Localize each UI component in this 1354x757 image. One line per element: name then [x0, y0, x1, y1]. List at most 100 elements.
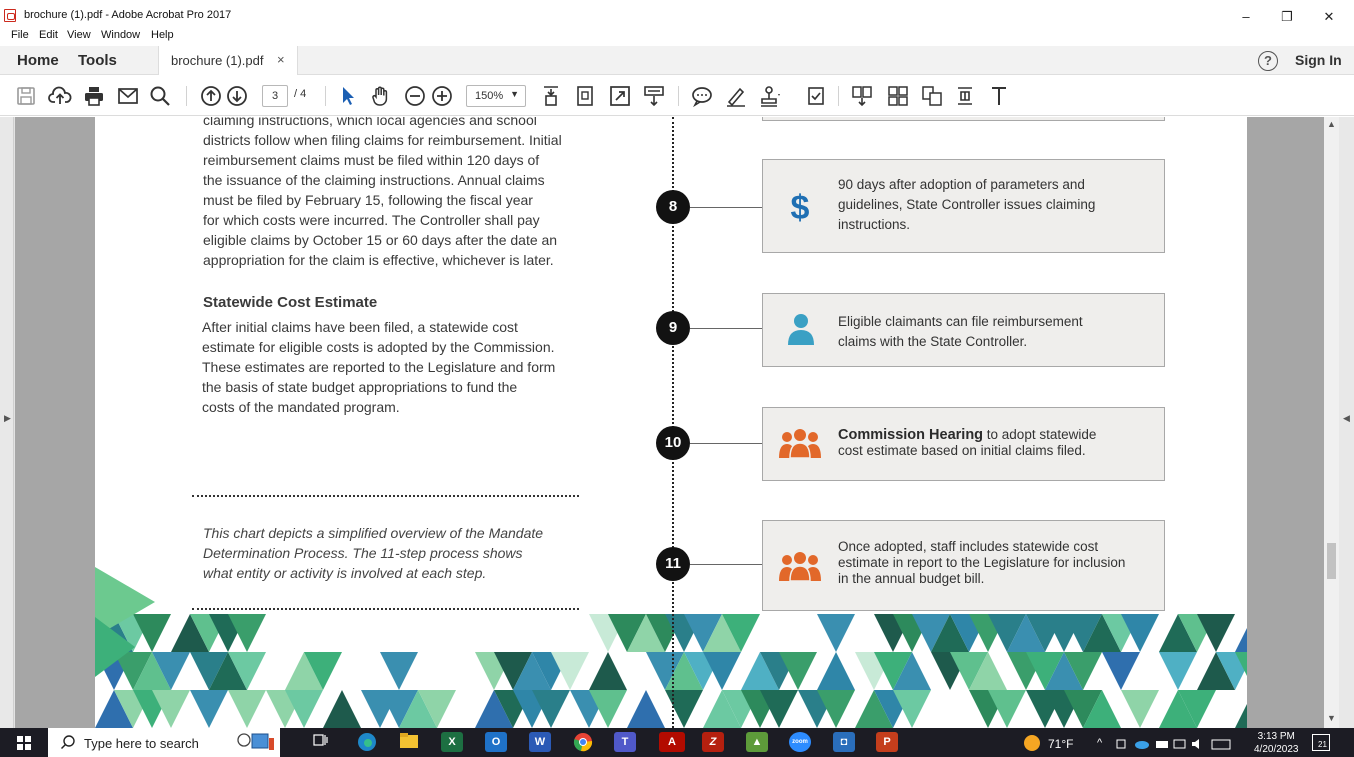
tab-document[interactable]: brochure (1).pdf ×: [158, 46, 298, 75]
menu-edit[interactable]: Edit: [39, 29, 58, 41]
comment-icon[interactable]: [690, 84, 714, 108]
zoom-in-icon[interactable]: [430, 84, 454, 108]
tab-tools[interactable]: Tools: [78, 52, 117, 69]
sign-icon[interactable]: [758, 84, 782, 108]
menu-view[interactable]: View: [67, 29, 91, 41]
fit-width-icon[interactable]: [573, 84, 597, 108]
text-line: cost estimate based on initial claims fi…: [838, 443, 1086, 458]
svg-text:$: $: [791, 189, 810, 226]
fit-page-icon[interactable]: [539, 84, 563, 108]
search-icon[interactable]: [148, 84, 172, 108]
group-icon: [777, 428, 823, 465]
menu-window[interactable]: Window: [101, 29, 140, 41]
word-icon[interactable]: W: [529, 732, 551, 752]
filezilla-icon[interactable]: Z: [702, 732, 724, 752]
restore-button[interactable]: ❐: [1267, 6, 1307, 28]
scroll-mode-icon[interactable]: [642, 84, 666, 108]
system-clock[interactable]: 3:13 PM 4/20/2023: [1254, 730, 1299, 756]
powerpoint-icon[interactable]: P: [876, 732, 898, 752]
clock-time: 3:13 PM: [1257, 731, 1295, 742]
outlook-icon[interactable]: O: [485, 732, 507, 752]
weather-temperature[interactable]: 71°F: [1048, 737, 1073, 751]
page-number-input[interactable]: 3: [262, 85, 288, 107]
person-icon: [785, 312, 817, 351]
fullscreen-icon[interactable]: [608, 84, 632, 108]
menu-help[interactable]: Help: [151, 29, 174, 41]
estimate-paragraph: After initial claims have been filed, a …: [202, 317, 555, 417]
step-box: Eligible claimants can file reimbursemen…: [762, 293, 1165, 367]
highlight-icon[interactable]: [724, 84, 748, 108]
save-icon[interactable]: [14, 84, 38, 108]
tray-overflow-icon[interactable]: ^: [1097, 737, 1102, 749]
acrobat-tab-row: Home Tools brochure (1).pdf ×: [0, 46, 1354, 75]
search-icon: [60, 734, 76, 755]
step-box: Commission Hearing to adopt statewide co…: [762, 407, 1165, 481]
file-explorer-icon[interactable]: [398, 732, 420, 752]
zoom-app-icon[interactable]: zoom: [789, 732, 811, 752]
help-icon[interactable]: ?: [1258, 51, 1278, 71]
upload-icon[interactable]: [48, 84, 72, 108]
system-tray-icons[interactable]: [1116, 737, 1246, 755]
fill-sign-icon[interactable]: [804, 84, 828, 108]
text-line: Once adopted, staff includes statewide c…: [838, 539, 1099, 554]
security-app-icon[interactable]: ◘: [833, 732, 855, 752]
close-window-button[interactable]: ✕: [1309, 6, 1349, 28]
document-viewport[interactable]: ▶ claiming instructions, which local age…: [0, 117, 1354, 728]
task-view-icon[interactable]: [310, 732, 332, 752]
hand-icon[interactable]: [369, 84, 393, 108]
scrollbar-thumb[interactable]: [1327, 543, 1336, 579]
email-icon[interactable]: [116, 84, 140, 108]
text-line: This chart depicts a simplified overview…: [203, 525, 544, 541]
text-line: eligible claims by October 15 or 60 days…: [203, 232, 558, 248]
photo-app-icon[interactable]: ▲: [746, 732, 768, 752]
select-arrow-icon[interactable]: [336, 84, 360, 108]
zoom-level-value: 150%: [475, 90, 504, 102]
text-icon[interactable]: [987, 84, 1011, 108]
taskbar-search-box[interactable]: Type here to search: [48, 728, 280, 757]
vertical-scrollbar[interactable]: ▲ ▼: [1324, 117, 1339, 728]
text-line: what entity or activity is involved at e…: [203, 565, 487, 581]
search-highlight-icon: [236, 730, 278, 757]
text-line: appropriation for the claim is effective…: [203, 252, 554, 268]
compare-icon[interactable]: [953, 84, 977, 108]
weather-icon[interactable]: [1024, 735, 1040, 751]
scroll-up-icon[interactable]: ▲: [1327, 119, 1336, 129]
organize-icon[interactable]: [886, 84, 910, 108]
left-panel-toggle[interactable]: ▶: [0, 117, 14, 728]
notification-center-icon[interactable]: 21: [1312, 734, 1330, 751]
text-line: must be filed by February 15, following …: [203, 192, 533, 208]
menu-file[interactable]: File: [11, 29, 29, 41]
print-icon[interactable]: [82, 84, 106, 108]
edge-browser-icon[interactable]: [356, 732, 378, 752]
window-titlebar: brochure (1).pdf - Adobe Acrobat Pro 201…: [0, 0, 1354, 28]
chart-note: This chart depicts a simplified overview…: [203, 523, 543, 583]
expand-left-icon: ▶: [4, 413, 11, 423]
close-tab-icon[interactable]: ×: [277, 52, 285, 67]
scroll-down-icon[interactable]: ▼: [1327, 713, 1336, 723]
toolbar-separator: [325, 86, 326, 106]
excel-icon[interactable]: X: [441, 732, 463, 752]
acrobat-taskbar-icon[interactable]: A: [659, 732, 685, 752]
page-total-label: / 4: [294, 88, 307, 100]
text-line: guidelines, State Controller issues clai…: [838, 197, 1096, 212]
page-up-icon[interactable]: [199, 84, 223, 108]
text-line: the issuance of the claiming instruction…: [203, 172, 545, 188]
document-tab-label: brochure (1).pdf: [171, 53, 264, 68]
chrome-icon[interactable]: [572, 732, 594, 752]
zoom-level-select[interactable]: 150% ▼: [466, 85, 526, 107]
teams-icon[interactable]: T: [614, 732, 636, 752]
sign-in-link[interactable]: Sign In: [1295, 52, 1342, 68]
text-line: for which costs were incurred. The Contr…: [203, 212, 540, 228]
minimize-button[interactable]: –: [1226, 6, 1266, 28]
notification-count: 21: [1318, 740, 1327, 749]
zoom-out-icon[interactable]: [403, 84, 427, 108]
right-panel-toggle[interactable]: ◀: [1339, 117, 1354, 728]
text-line: instructions.: [838, 217, 911, 232]
page-down-icon[interactable]: [225, 84, 249, 108]
windows-start-icon[interactable]: [17, 736, 31, 750]
text-line: the basis of state budget appropriations…: [202, 379, 518, 395]
export-icon[interactable]: [850, 84, 874, 108]
combine-icon[interactable]: [920, 84, 944, 108]
tab-home[interactable]: Home: [17, 52, 59, 69]
step-connector: [690, 443, 763, 444]
